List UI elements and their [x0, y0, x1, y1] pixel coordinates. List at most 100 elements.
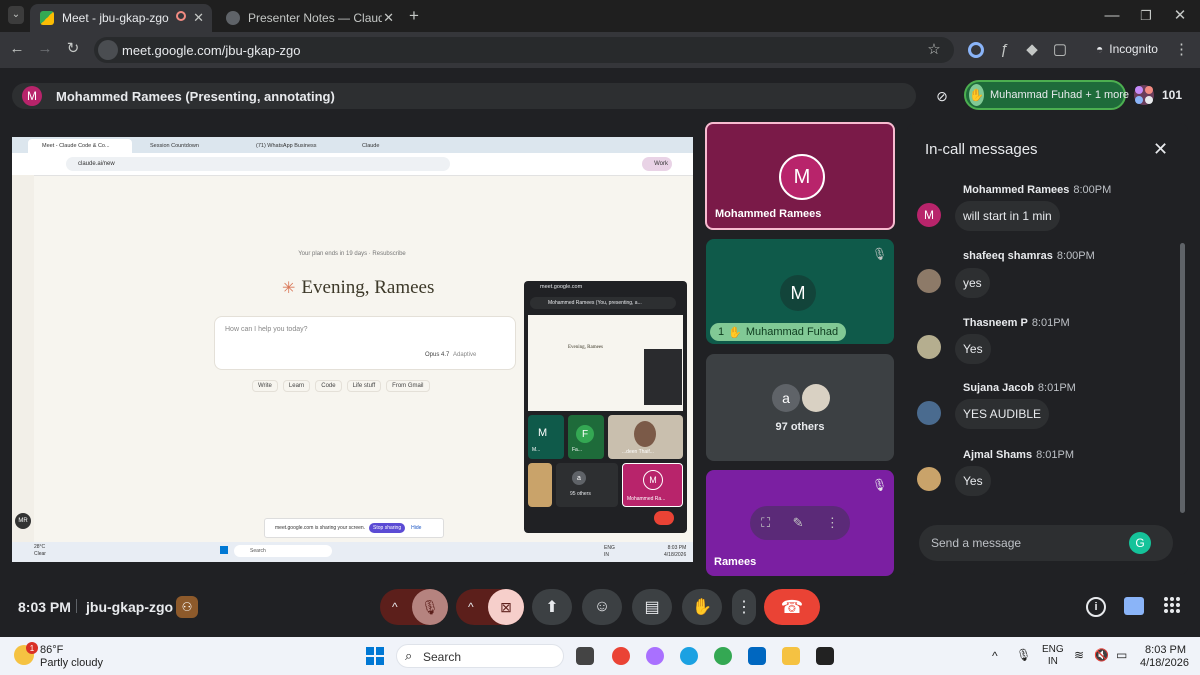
forward-icon[interactable]: →	[37, 41, 53, 57]
action-code: Code	[315, 380, 342, 392]
tile-avatar: a	[772, 384, 800, 412]
captions-button[interactable]: ▤	[632, 589, 672, 625]
chat-scrollbar[interactable]	[1180, 243, 1185, 513]
camera-group[interactable]: ^ ⊠	[456, 589, 524, 625]
terminal-icon[interactable]	[816, 647, 834, 665]
puzzle-icon[interactable]: ▢	[1052, 42, 1068, 58]
message-sender: Ajmal Shams 8:01PM	[963, 449, 1075, 461]
close-tab-icon[interactable]: ✕	[193, 10, 204, 26]
reactions-button[interactable]: ☺	[582, 589, 622, 625]
more-icon[interactable]: ⋮	[826, 515, 839, 531]
tile-mohammed-ramees[interactable]: M Mohammed Ramees	[705, 122, 895, 230]
presenter-banner[interactable]: M Mohammed Ramees (Presenting, annotatin…	[12, 83, 916, 109]
tile-name: Muhammad Fuhad	[745, 326, 839, 338]
volume-muted-icon[interactable]: 🔇	[1094, 648, 1109, 662]
taskbar-clock[interactable]: 8:03 PM 4/18/2026	[1140, 644, 1189, 670]
meeting-code: jbu-gkap-zgo	[86, 599, 174, 615]
wifi-icon[interactable]: ≋	[1074, 648, 1084, 662]
present-icon: ⬆	[545, 599, 559, 616]
camera-off-icon[interactable]: ⊠	[488, 589, 524, 625]
site-info-icon[interactable]	[98, 40, 118, 60]
tile-others[interactable]: a 97 others	[706, 354, 894, 461]
raised-hand-label: Muhammad Fuhad + 1 more	[989, 89, 1130, 101]
taskbar-search[interactable]: ⌕ Search	[396, 644, 564, 668]
shared-screen: Meet - Claude Code & Co... Session Count…	[12, 137, 693, 562]
weather-badge: 1	[26, 642, 38, 654]
tab-search-chevron-icon[interactable]: ⌄	[8, 6, 24, 24]
weather-widget[interactable]: 86°F Partly cloudy	[40, 644, 103, 670]
close-tab-icon[interactable]: ✕	[383, 10, 394, 26]
more-icon: ⋮	[736, 599, 752, 616]
chrome-icon[interactable]	[612, 647, 630, 665]
restore-icon[interactable]: ❐	[1138, 8, 1154, 24]
extension-icon[interactable]: ◆	[1024, 42, 1040, 58]
presenter-banner-text: Mohammed Ramees (Presenting, annotating)	[56, 88, 335, 104]
tile-muhammad-fuhad[interactable]: 🎙 M 1 ✋ Muhammad Fuhad	[706, 239, 894, 344]
message-sender: Sujana Jacob 8:01PM	[963, 382, 1076, 394]
language-indicator[interactable]: ENG IN	[1042, 644, 1064, 668]
annotation-off-icon[interactable]: ⊘	[928, 82, 956, 110]
tile-avatar-photo	[802, 384, 830, 412]
presenter-avatar: M	[22, 86, 42, 106]
tile-ramees[interactable]: 🎙 ⛶ ✎ ⋮ Ramees	[706, 470, 894, 576]
incognito-badge[interactable]: ◓ Incognito	[1088, 38, 1166, 60]
message-avatar	[917, 335, 941, 359]
minimize-icon[interactable]: —	[1104, 8, 1120, 24]
present-button[interactable]: ⬆	[532, 589, 572, 625]
back-icon[interactable]: ←	[9, 41, 25, 57]
task-view-icon[interactable]	[576, 647, 594, 665]
frame-icon[interactable]: ⛶	[761, 515, 770, 531]
host-controls-icon[interactable]: ⚇	[176, 596, 198, 618]
menu-kebab-icon[interactable]: ⋮	[1174, 42, 1189, 58]
file-explorer-icon[interactable]	[782, 647, 800, 665]
claude-logo-icon: ✳	[282, 280, 296, 297]
window-close-icon[interactable]: ✕	[1172, 8, 1188, 24]
chat-icon[interactable]	[1124, 597, 1144, 615]
lens-extension-icon[interactable]	[968, 42, 984, 58]
tab-meet[interactable]: Meet - jbu-gkap-zgo ✕	[30, 4, 212, 32]
tab-presenter-notes[interactable]: Presenter Notes — Claude Code ✕	[216, 4, 402, 32]
meet-favicon-icon	[40, 11, 54, 25]
chat-input[interactable]: Send a message G	[919, 525, 1173, 561]
shared-url: claude.ai/new	[66, 157, 450, 171]
message-avatar	[917, 467, 941, 491]
camera-options-chevron-icon[interactable]: ^	[468, 600, 474, 614]
mic-options-chevron-icon[interactable]: ^	[392, 600, 398, 614]
start-button[interactable]	[366, 647, 384, 665]
shared-tab: Meet - Claude Code & Co...	[28, 139, 132, 153]
tile-controls[interactable]: ⛶ ✎ ⋮	[750, 506, 850, 540]
activities-icon[interactable]	[1164, 597, 1180, 613]
participants-button[interactable]: 101	[1134, 84, 1190, 106]
bookmark-star-icon[interactable]: ☆	[926, 42, 942, 58]
annotate-icon[interactable]: ✎	[793, 515, 804, 531]
message-text: Yes	[955, 334, 991, 364]
raised-hands-pill[interactable]: ✋ Muhammad Fuhad + 1 more	[964, 80, 1130, 110]
address-bar[interactable]: meet.google.com/jbu-gkap-zgo ☆	[94, 37, 954, 63]
action-write: Write	[252, 380, 278, 392]
meeting-details-icon[interactable]: i	[1086, 597, 1106, 617]
copilot-icon[interactable]	[646, 647, 664, 665]
tray-mic-icon[interactable]: 🎙	[1016, 648, 1031, 662]
shared-tab: Session Countdown	[150, 143, 199, 149]
raise-hand-button[interactable]: ✋	[682, 589, 722, 625]
weather-temp: 86°F	[40, 644, 64, 656]
chrome-alt-icon[interactable]	[714, 647, 732, 665]
tab-title: Meet - jbu-gkap-zgo	[62, 11, 169, 25]
new-tab-button[interactable]: +	[406, 7, 422, 24]
edge-icon[interactable]	[680, 647, 698, 665]
sharing-notice-text: meet.google.com is sharing your screen.	[275, 525, 366, 531]
reload-icon[interactable]: ↻	[65, 41, 81, 57]
shared-search: Search	[234, 545, 332, 557]
tray-chevron-icon[interactable]: ^	[992, 649, 998, 663]
fx-extension-icon[interactable]: ƒ	[996, 42, 1012, 58]
battery-icon[interactable]: ▭	[1116, 648, 1127, 662]
grammarly-icon[interactable]: G	[1129, 532, 1151, 554]
tile-name: Ramees	[714, 556, 757, 568]
leave-call-button[interactable]: ☎	[764, 589, 820, 625]
mic-off-icon[interactable]: 🎙	[412, 589, 448, 625]
store-icon[interactable]	[748, 647, 766, 665]
close-chat-icon[interactable]: ✕	[1153, 139, 1168, 160]
shared-taskbar: 28°C Clear Search ENG IN 8:03 PM 4/18/2026	[12, 542, 693, 562]
mic-group[interactable]: ^ 🎙	[380, 589, 448, 625]
more-options-button[interactable]: ⋮	[732, 589, 756, 625]
